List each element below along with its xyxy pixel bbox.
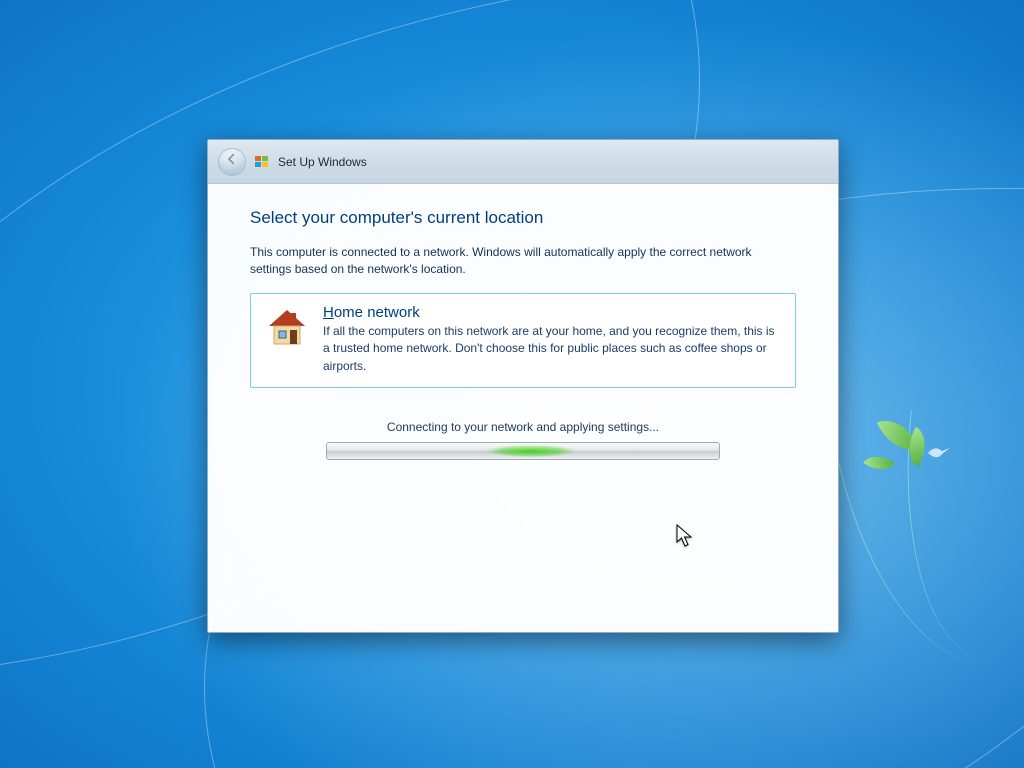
option-title: Home network	[323, 304, 781, 321]
progress-pulse	[476, 443, 586, 459]
home-network-option[interactable]: Home network If all the computers on thi…	[250, 293, 796, 388]
windows-flag-icon	[254, 154, 270, 170]
back-arrow-icon	[225, 152, 239, 171]
option-description: If all the computers on this network are…	[323, 323, 781, 375]
page-title: Select your computer's current location	[250, 208, 796, 228]
desktop-background: Set Up Windows Select your computer's cu…	[0, 0, 1024, 768]
progress-label: Connecting to your network and applying …	[250, 420, 796, 434]
progress-bar	[326, 442, 720, 460]
setup-dialog: Set Up Windows Select your computer's cu…	[207, 139, 839, 633]
progress-area: Connecting to your network and applying …	[250, 420, 796, 460]
option-text: Home network If all the computers on thi…	[323, 304, 781, 375]
dialog-title: Set Up Windows	[278, 155, 367, 169]
back-button[interactable]	[218, 148, 246, 176]
page-description: This computer is connected to a network.…	[250, 244, 796, 279]
dialog-titlebar: Set Up Windows	[208, 140, 838, 184]
house-icon	[265, 304, 309, 375]
dialog-content: Select your computer's current location …	[208, 184, 838, 460]
